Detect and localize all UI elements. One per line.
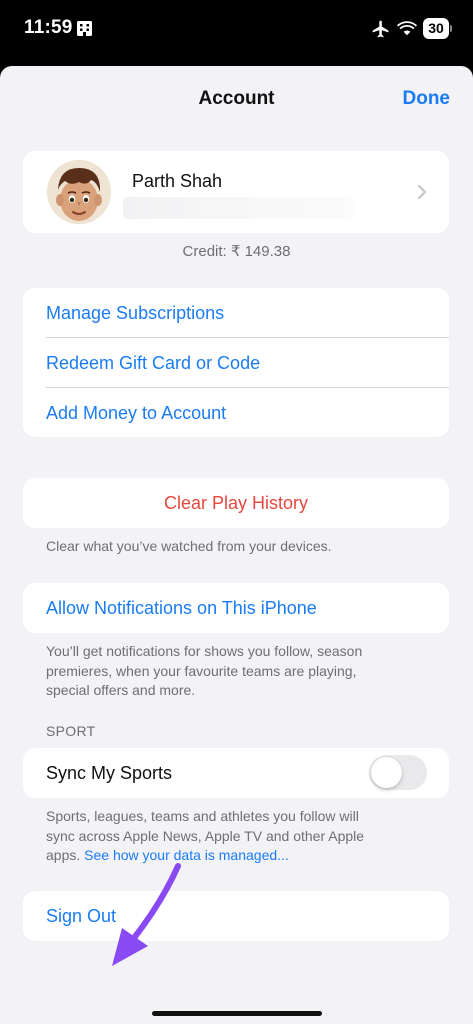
credit-balance: Credit: ₹ 149.38 (182, 243, 291, 260)
sign-out-card: Sign Out (23, 891, 449, 941)
chevron-right-icon (418, 185, 426, 199)
avatar (47, 160, 111, 224)
wifi-icon (397, 21, 417, 36)
notifications-card: Allow Notifications on This iPhone (23, 583, 449, 633)
battery-level: 30 (423, 18, 449, 39)
home-indicator (152, 1011, 322, 1016)
sport-footnote-line: Sports, leagues, teams and athletes you … (46, 808, 359, 824)
allow-notifications-link[interactable]: Allow Notifications on This iPhone (23, 583, 449, 633)
status-time: 11:59 (24, 17, 73, 38)
notifications-footnote: You’ll get notifications for shows you f… (46, 642, 436, 701)
profile-card[interactable]: Parth Shah (23, 151, 449, 233)
sync-my-sports-toggle[interactable] (369, 755, 427, 790)
notifications-footnote-line: special offers and more. (46, 682, 196, 698)
sport-footnote-prefix: apps. (46, 847, 81, 863)
profile-name: Parth Shah (132, 171, 223, 191)
account-links-card: Manage Subscriptions Redeem Gift Card or… (23, 288, 449, 437)
redacted-email (123, 197, 353, 219)
clear-history-footnote: Clear what you’ve watched from your devi… (46, 538, 332, 554)
screen: 11:59 30 Account Done Parth Shah Credit:… (0, 0, 473, 1024)
redeem-gift-card-link[interactable]: Redeem Gift Card or Code (23, 338, 449, 388)
account-sheet: Account Done Parth Shah Credit: ₹ 149.38… (0, 66, 473, 1024)
status-bar: 11:59 30 (0, 0, 473, 60)
sport-footnote-line: apps. See how your data is managed... (46, 846, 436, 866)
clear-play-history-button[interactable]: Clear Play History (23, 478, 449, 528)
manage-subscriptions-link[interactable]: Manage Subscriptions (23, 288, 449, 338)
battery-icon: 30 (423, 18, 452, 39)
sign-out-button[interactable]: Sign Out (23, 891, 449, 941)
add-money-link[interactable]: Add Money to Account (23, 388, 449, 438)
sport-section-header: SPORT (46, 723, 96, 739)
notifications-footnote-line: You’ll get notifications for shows you f… (46, 643, 363, 659)
notifications-footnote-line: premieres, when your favourite teams are… (46, 662, 357, 679)
sport-footnote-line: sync across Apple News, Apple TV and oth… (46, 827, 365, 844)
data-managed-link[interactable]: See how your data is managed... (84, 847, 289, 863)
airplane-icon (372, 20, 389, 38)
clear-history-card: Clear Play History (23, 478, 449, 528)
battery-tip (450, 25, 452, 32)
done-button[interactable]: Done (403, 88, 451, 110)
sync-my-sports-label: Sync My Sports (46, 763, 173, 783)
building-icon (77, 21, 92, 36)
toggle-knob (371, 757, 402, 788)
sync-sports-card: Sync My Sports (23, 748, 449, 798)
sport-footnote: Sports, leagues, teams and athletes you … (46, 807, 436, 866)
avatar-memoji (47, 160, 111, 224)
